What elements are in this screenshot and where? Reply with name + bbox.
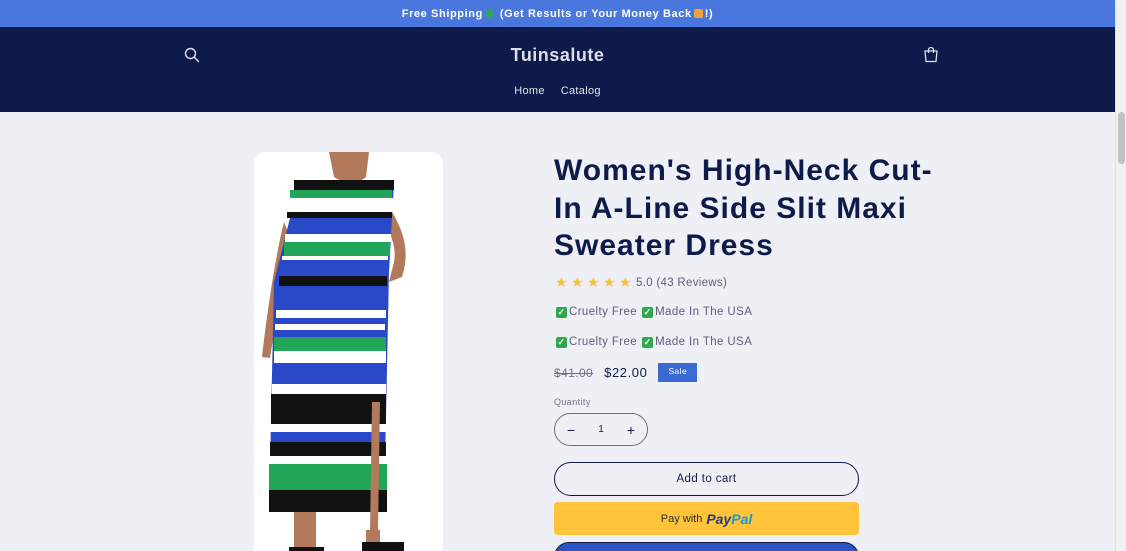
quantity-label: Quantity xyxy=(554,397,591,407)
announcement-bar: Free Shipping (Get Results or Your Money… xyxy=(0,0,1115,27)
paypal-logo: PayPal xyxy=(706,510,753,527)
paypal-button[interactable]: Pay with PayPal xyxy=(554,502,859,535)
badge-cruelty-free: ✓ Cruelty Free xyxy=(556,336,637,348)
nav-home[interactable]: Home xyxy=(514,85,545,97)
announcement-text-start: Free Shipping xyxy=(401,7,483,20)
star-icon: ★ xyxy=(555,274,568,290)
star-icon: ★ xyxy=(571,274,584,290)
paypal-prefix: Pay with xyxy=(660,512,703,525)
product-rating[interactable]: ★ ★ ★ ★ ★ 5.0 (43 Reviews) xyxy=(555,274,728,290)
main-nav: Home Catalog xyxy=(0,85,1115,97)
flag-icon xyxy=(693,9,703,18)
badge-label: Cruelty Free xyxy=(569,306,638,318)
badge-row: ✓ Cruelty Free ✓ Made In The USA xyxy=(556,306,752,318)
page-scrollbar[interactable] xyxy=(1115,0,1126,551)
increase-quantity-button[interactable]: + xyxy=(625,422,637,438)
badge-label: Made In The USA xyxy=(655,336,753,348)
cart-icon[interactable] xyxy=(923,46,939,63)
brand-logo[interactable]: Tuinsalute xyxy=(0,45,1115,66)
globe-icon xyxy=(484,9,494,18)
nav-catalog[interactable]: Catalog xyxy=(561,85,601,97)
checkmark-icon: ✓ xyxy=(556,306,567,318)
dress-photo xyxy=(254,152,443,551)
product-title: Women's High-Neck Cut-In A-Line Side Sli… xyxy=(554,154,933,262)
site-header: Tuinsalute Home Catalog xyxy=(0,27,1115,112)
star-icon: ★ xyxy=(619,274,632,290)
regular-price: $41.00 xyxy=(554,365,594,380)
product-image[interactable] xyxy=(254,152,443,551)
buy-it-now-button[interactable] xyxy=(554,542,859,551)
badge-made-in-usa: ✓ Made In The USA xyxy=(642,306,752,318)
sale-price: $22.00 xyxy=(604,365,648,380)
scrollbar-thumb[interactable] xyxy=(1118,112,1125,164)
badge-made-in-usa: ✓ Made In The USA xyxy=(642,336,752,348)
price-row: $41.00 $22.00 Sale xyxy=(554,363,698,382)
star-icon: ★ xyxy=(587,274,600,290)
rating-text: 5.0 (43 Reviews) xyxy=(636,276,728,289)
badge-cruelty-free: ✓ Cruelty Free xyxy=(556,306,637,318)
star-icon: ★ xyxy=(603,274,616,290)
add-to-cart-button[interactable]: Add to cart xyxy=(554,462,859,496)
quantity-input[interactable]: 1 xyxy=(598,424,604,435)
checkmark-icon: ✓ xyxy=(556,336,567,348)
checkmark-icon: ✓ xyxy=(642,306,654,318)
announcement-text-middle: (Get Results or Your Money Back xyxy=(499,7,692,20)
checkmark-icon: ✓ xyxy=(642,336,654,348)
decrease-quantity-button[interactable]: − xyxy=(565,422,577,438)
badge-label: Cruelty Free xyxy=(569,336,638,348)
badge-label: Made In The USA xyxy=(655,306,753,318)
sale-badge: Sale xyxy=(658,363,698,382)
quantity-stepper: − 1 + xyxy=(554,413,648,446)
badge-row: ✓ Cruelty Free ✓ Made In The USA xyxy=(556,336,752,348)
announcement-text-end: !) xyxy=(704,7,714,20)
